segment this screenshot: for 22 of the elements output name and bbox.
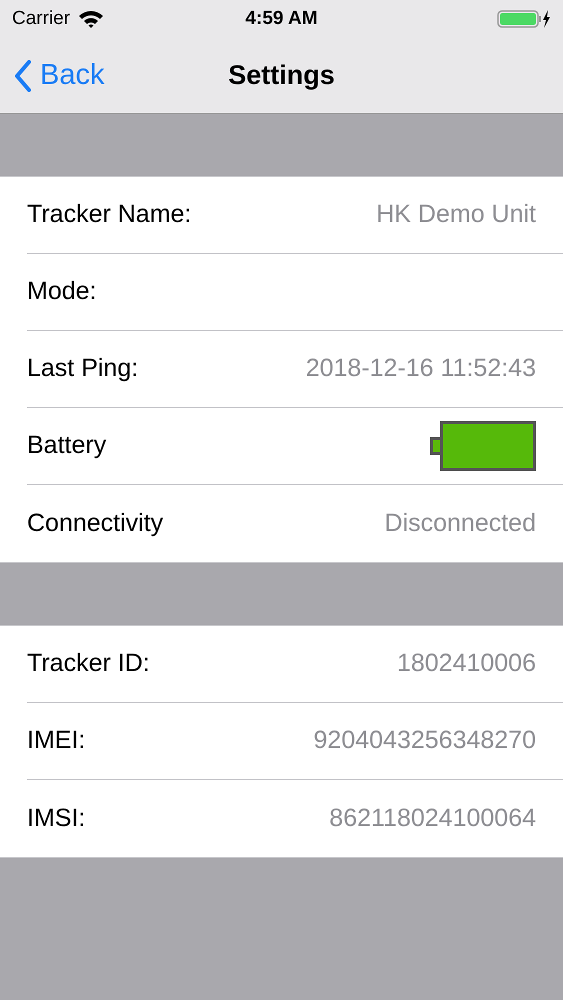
row-label: Mode: bbox=[27, 276, 96, 308]
row-label: Connectivity bbox=[27, 508, 164, 539]
row-value: 9204043256348270 bbox=[314, 725, 536, 756]
row-label: Tracker Name: bbox=[27, 199, 192, 230]
row-value: 862118024100064 bbox=[329, 802, 536, 834]
row-value: Disconnected bbox=[384, 508, 536, 539]
battery-charging-icon bbox=[497, 9, 551, 29]
row-label: Battery bbox=[27, 430, 106, 462]
row-label: IMSI: bbox=[27, 802, 86, 834]
row-label: Tracker ID: bbox=[27, 648, 150, 680]
row-value: 1802410006 bbox=[396, 648, 536, 680]
chevron-left-icon bbox=[14, 58, 32, 92]
clock-time: 4:59 AM bbox=[245, 6, 318, 31]
row-value: HK Demo Unit bbox=[376, 199, 536, 230]
nav-title: Settings bbox=[228, 59, 335, 92]
row-label: Last Ping: bbox=[27, 353, 138, 384]
row-label: IMEI: bbox=[27, 725, 86, 756]
back-button[interactable]: Back bbox=[14, 54, 104, 98]
row-value: 2018-12-16 11:52:43 bbox=[306, 353, 536, 384]
battery-icon bbox=[430, 421, 536, 471]
carrier-label: Carrier bbox=[12, 6, 70, 31]
wifi-icon bbox=[78, 9, 104, 29]
